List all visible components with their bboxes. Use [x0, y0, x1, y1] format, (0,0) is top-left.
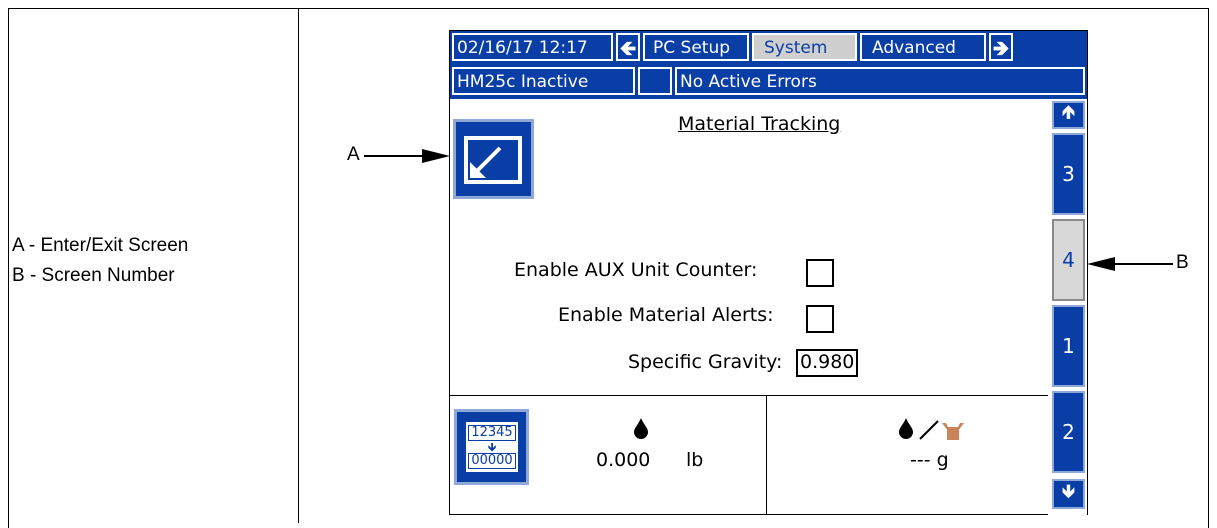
scroll-down-button[interactable]: 🡻 — [1052, 479, 1085, 509]
screen-4-button[interactable]: 4 — [1052, 219, 1085, 301]
enter-exit-icon — [464, 136, 522, 184]
tab-prev-button[interactable]: 🡸 — [615, 32, 641, 62]
arrow-down-icon: 🡻 — [1062, 481, 1075, 502]
total-amount: 0.000 — [596, 449, 651, 471]
tab-advanced[interactable]: Advanced — [859, 32, 987, 62]
aux-counter-checkbox[interactable] — [806, 259, 834, 287]
screen-3-button[interactable]: 3 — [1052, 133, 1085, 215]
status-indicator — [637, 66, 673, 96]
bottom-panel — [450, 395, 1048, 515]
reset-arrow: 🡻 — [487, 440, 497, 454]
callout-a-arrow — [364, 149, 450, 163]
callout-b-label: B — [1176, 252, 1189, 273]
tab-pc-setup[interactable]: PC Setup — [642, 32, 750, 62]
error-status: No Active Errors — [674, 66, 1086, 96]
screen-1-button[interactable]: 1 — [1052, 305, 1085, 387]
unit-status: HM25c Inactive — [451, 66, 636, 96]
callout-a-label: A — [347, 144, 360, 165]
material-alerts-label: Enable Material Alerts: — [558, 304, 774, 326]
screen-2-button[interactable]: 2 — [1052, 391, 1085, 473]
rate-value: --- g — [910, 449, 949, 471]
callout-b-arrow — [1087, 257, 1173, 271]
legend-b: B - Screen Number — [12, 265, 175, 286]
bottom-divider — [766, 395, 767, 515]
screen-selector: 🡹 3 4 1 2 🡻 — [1048, 99, 1087, 515]
aux-counter-label: Enable AUX Unit Counter: — [514, 259, 758, 281]
tab-next-button[interactable]: 🡺 — [988, 32, 1014, 62]
material-alerts-checkbox[interactable] — [806, 305, 834, 333]
legend-a: A - Enter/Exit Screen — [12, 235, 189, 256]
enter-exit-button[interactable] — [453, 119, 534, 199]
total-amount-unit: lb — [686, 449, 704, 471]
tab-system[interactable]: System — [751, 32, 858, 62]
page-title: Material Tracking — [678, 113, 841, 135]
drop-icon — [634, 418, 648, 439]
hmi-screen: 02/16/17 12:17 🡸 PC Setup System Advance… — [449, 30, 1088, 515]
reset-top-value: 12345 — [468, 425, 516, 441]
main-panel: Material Tracking Enable AUX Unit Counte… — [450, 99, 1048, 415]
drop-per-cup-icon — [899, 418, 964, 440]
counter-reset-icon: 12345 🡻 00000 — [466, 422, 518, 472]
specific-gravity-label: Specific Gravity: — [628, 351, 783, 373]
legend: A - Enter/Exit Screen B - Screen Number — [12, 231, 188, 291]
arrow-right-icon: 🡺 — [992, 36, 1010, 60]
column-divider — [298, 8, 299, 523]
specific-gravity-field[interactable]: 0.980 — [796, 349, 859, 377]
counter-reset-button[interactable]: 12345 🡻 00000 — [454, 409, 529, 485]
arrow-up-icon: 🡹 — [1062, 102, 1075, 123]
reset-bottom-value: 00000 — [468, 453, 516, 469]
scroll-up-button[interactable]: 🡹 — [1052, 101, 1085, 129]
datetime-display: 02/16/17 12:17 — [451, 32, 614, 62]
arrow-left-icon: 🡸 — [619, 36, 637, 60]
